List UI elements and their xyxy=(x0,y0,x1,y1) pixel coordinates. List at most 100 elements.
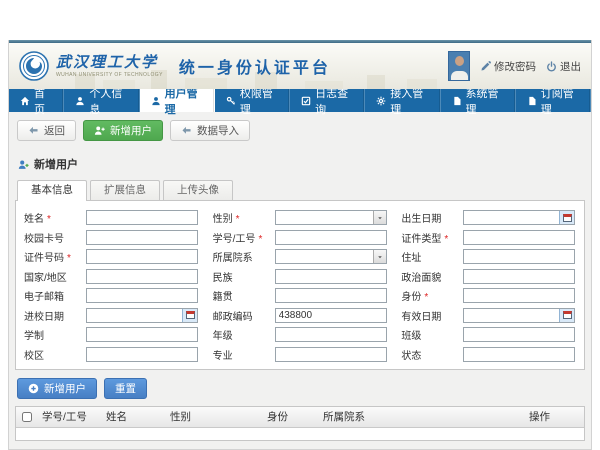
nav-item-system-management[interactable]: 系统管理 xyxy=(441,89,516,112)
field-label: 有效日期 xyxy=(401,308,463,323)
country-region-input[interactable] xyxy=(86,269,198,284)
nav-item-subscription-management[interactable]: 订阅管理 xyxy=(516,89,591,112)
calendar-icon[interactable] xyxy=(559,211,574,224)
field-control xyxy=(86,210,198,225)
form-actions: 新增用户 重置 xyxy=(15,370,585,406)
header: 武汉理工大学 WUHAN UNIVERSITY OF TECHNOLOGY 统一… xyxy=(9,43,591,89)
tab-extended-info[interactable]: 扩展信息 xyxy=(90,180,160,200)
import-label: 数据导入 xyxy=(197,123,239,138)
select-all-checkbox[interactable] xyxy=(22,412,32,422)
nav-item-log-query[interactable]: 日志查询 xyxy=(290,89,365,112)
field-label: 证件号码* xyxy=(24,249,86,264)
university-logo xyxy=(19,51,49,81)
field-label: 性别* xyxy=(213,210,275,225)
field-control xyxy=(86,288,198,303)
back-button[interactable]: 返回 xyxy=(17,120,76,141)
field-control xyxy=(86,249,198,264)
field-control xyxy=(86,269,198,284)
field-control xyxy=(463,230,575,245)
grade-input[interactable] xyxy=(275,327,387,342)
checklist-icon xyxy=(301,96,311,106)
content: 返回 新增用户 数据导入 新增用户 基本信息扩展信息上传头像 姓名*性别*出生日… xyxy=(9,112,591,449)
reset-button[interactable]: 重置 xyxy=(104,378,147,399)
campus-card-no-input[interactable] xyxy=(86,230,198,245)
pencil-icon xyxy=(480,61,491,72)
ethnicity-input[interactable] xyxy=(275,269,387,284)
nav-item-permission-management[interactable]: 权限管理 xyxy=(215,89,290,112)
column-header-op: 操作 xyxy=(525,409,584,424)
field-control xyxy=(463,249,575,264)
major-input[interactable] xyxy=(275,347,387,362)
section-header: 新增用户 xyxy=(15,149,585,177)
field-valid-date: 有效日期 xyxy=(401,308,576,323)
field-control xyxy=(86,230,198,245)
field-control xyxy=(463,269,575,284)
calendar-icon[interactable] xyxy=(182,309,197,322)
field-control xyxy=(275,288,387,303)
required-asterisk: * xyxy=(258,234,262,245)
field-control xyxy=(275,269,387,284)
calendar-icon[interactable] xyxy=(559,309,574,322)
student-staff-no-input[interactable] xyxy=(275,230,387,245)
user-add-white-icon xyxy=(94,125,105,136)
dropdown-arrow-icon[interactable] xyxy=(373,250,386,263)
campus-input[interactable] xyxy=(86,347,198,362)
education-length-input[interactable] xyxy=(86,327,198,342)
page-icon xyxy=(527,96,537,106)
nav-item-label: 权限管理 xyxy=(240,85,278,117)
field-control xyxy=(275,308,387,323)
field-label: 电子邮箱 xyxy=(24,288,86,303)
field-label: 学号/工号* xyxy=(213,230,275,245)
nav-item-access-management[interactable]: 接入管理 xyxy=(365,89,440,112)
department-input[interactable] xyxy=(275,249,387,264)
field-identity: 身份* xyxy=(401,288,576,303)
email-input[interactable] xyxy=(86,288,198,303)
add-user-submit-button[interactable]: 新增用户 xyxy=(17,378,97,399)
nav-item-label: 个人信息 xyxy=(89,85,127,117)
dropdown-arrow-icon[interactable] xyxy=(373,211,386,224)
field-control xyxy=(275,249,387,264)
status-input[interactable] xyxy=(463,347,575,362)
toolbar: 返回 新增用户 数据导入 xyxy=(15,118,585,149)
import-arrow-icon xyxy=(181,125,192,136)
tab-basic-info[interactable]: 基本信息 xyxy=(17,180,87,201)
id-type-input[interactable] xyxy=(463,230,575,245)
nav-item-profile[interactable]: 个人信息 xyxy=(64,89,139,112)
select-all-cell xyxy=(16,412,38,422)
name-input[interactable] xyxy=(86,210,198,225)
political-status-input[interactable] xyxy=(463,269,575,284)
data-import-button[interactable]: 数据导入 xyxy=(170,120,250,141)
field-id-number: 证件号码* xyxy=(24,249,199,264)
field-label: 身份* xyxy=(401,288,463,303)
postal-code-input[interactable] xyxy=(275,308,387,323)
platform-title: 统一身份认证平台 xyxy=(179,54,331,78)
required-asterisk: * xyxy=(236,214,240,225)
address-input[interactable] xyxy=(463,249,575,264)
id-number-input[interactable] xyxy=(86,249,198,264)
nav-item-home[interactable]: 首页 xyxy=(9,89,64,112)
gender-input[interactable] xyxy=(275,210,387,225)
app-window: 武汉理工大学 WUHAN UNIVERSITY OF TECHNOLOGY 统一… xyxy=(8,40,592,450)
logout-link[interactable]: 退出 xyxy=(546,59,581,74)
tab-upload-avatar[interactable]: 上传头像 xyxy=(163,180,233,200)
nav-item-user-management[interactable]: 用户管理 xyxy=(140,89,215,112)
class-input[interactable] xyxy=(463,327,575,342)
field-control xyxy=(463,288,575,303)
nav-item-label: 日志查询 xyxy=(315,85,353,117)
native-place-input[interactable] xyxy=(275,288,387,303)
identity-input[interactable] xyxy=(463,288,575,303)
column-header-gender: 性别 xyxy=(166,409,263,424)
add-user-toolbar-label: 新增用户 xyxy=(110,123,152,138)
form-grid: 姓名*性别*出生日期校园卡号学号/工号*证件类型*证件号码*所属院系住址国家/地… xyxy=(24,210,576,362)
column-header-name: 姓名 xyxy=(102,409,166,424)
user-icon xyxy=(75,96,85,106)
users-icon xyxy=(151,96,161,106)
field-label: 民族 xyxy=(213,269,275,284)
field-label: 状态 xyxy=(401,347,463,362)
required-asterisk: * xyxy=(47,214,51,225)
field-department: 所属院系 xyxy=(213,249,388,264)
field-label: 籍贯 xyxy=(213,288,275,303)
add-user-button-toolbar[interactable]: 新增用户 xyxy=(83,120,163,141)
section-title: 新增用户 xyxy=(34,156,78,172)
change-password-link[interactable]: 修改密码 xyxy=(480,59,536,74)
